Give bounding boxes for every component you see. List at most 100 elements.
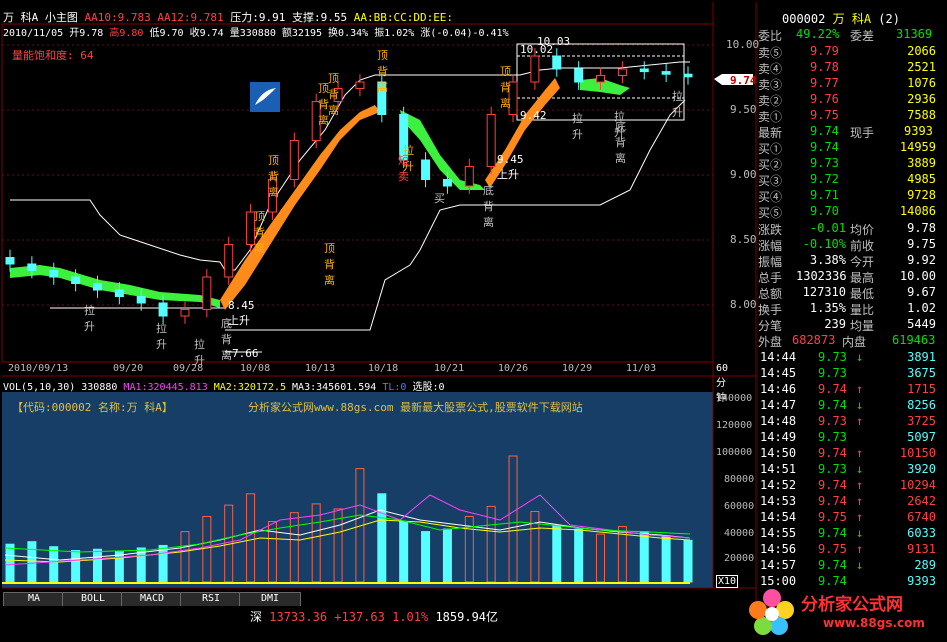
date-tick: 10/18 xyxy=(368,363,399,374)
date-tick: 10/26 xyxy=(498,363,529,374)
tick-row: 14:50 9.74 ↑ 10150 xyxy=(760,446,936,460)
vol-tick: 140000 xyxy=(716,393,753,404)
bid-row[interactable]: 买④ 9.71 9728 xyxy=(758,188,936,204)
stat-row: 换手 1.35% 量比 1.02 xyxy=(758,301,936,317)
ask-row[interactable]: 卖④ 9.78 2521 xyxy=(758,60,936,76)
candle xyxy=(596,75,606,83)
tab-ma[interactable]: MA xyxy=(3,592,65,607)
volume-bar xyxy=(399,521,409,583)
annot-buy: 买 xyxy=(434,192,445,205)
stat-row: 分笔 239 均量 5449 xyxy=(758,317,936,333)
stat-row: 涨跌 -0.01 均价 9.78 xyxy=(758,221,936,237)
candle xyxy=(464,166,474,187)
candle xyxy=(49,270,59,278)
tab-boll[interactable]: BOLL xyxy=(62,592,124,607)
price-tick: 9.00 xyxy=(730,168,757,181)
date-tick: 09/20 xyxy=(113,363,144,374)
outer-inner-row: 外盘 682873 内盘 619463 xyxy=(758,333,936,349)
annot-rise-945: 9.45上升 xyxy=(497,153,524,181)
bid-row[interactable]: 买⑤ 9.70 14086 xyxy=(758,204,936,220)
aa12-value: AA12:9.781 xyxy=(157,11,224,24)
volume-bar xyxy=(442,528,452,583)
bar-amplitude: 振1.02% xyxy=(374,28,415,39)
flags-value: AA:BB:CC:DD:EE: xyxy=(353,11,454,24)
candle xyxy=(617,68,627,76)
annot-942: 9.42 xyxy=(520,109,547,122)
candle xyxy=(639,68,649,73)
annot-pull-up-3: 拉升 xyxy=(156,322,167,351)
annot-short-sell: 短卖 xyxy=(398,154,409,183)
volume-bar xyxy=(421,531,431,583)
energy-label: 量能饱和度: 64 xyxy=(12,49,94,62)
tab-rsi[interactable]: RSI xyxy=(180,592,242,607)
candle xyxy=(92,283,102,291)
annot-rise-845: 8.45上升 xyxy=(228,299,255,327)
vol-tick: 80000 xyxy=(724,474,755,485)
vol-tick: 20000 xyxy=(724,553,755,564)
quote-code: 000002 xyxy=(782,12,826,26)
ask-row[interactable]: 卖③ 9.77 1076 xyxy=(758,76,936,92)
candle xyxy=(530,55,540,83)
vol-tick: 60000 xyxy=(724,501,755,512)
ask-row[interactable]: 卖① 9.75 7588 xyxy=(758,108,936,124)
annot-bottom-div-2: 底背离 xyxy=(483,184,494,229)
vol-value: VOL(5,10,30) 330880 xyxy=(3,382,118,393)
bar-turnover: 换0.34% xyxy=(328,28,369,39)
bid-row[interactable]: 买③ 9.72 4985 xyxy=(758,172,936,188)
candle xyxy=(114,289,124,297)
annot-top-div-3: 顶背离 xyxy=(318,82,329,127)
index-value: 13733.36 xyxy=(269,610,328,624)
candle xyxy=(552,55,562,70)
bid-row[interactable]: 买① 9.74 14959 xyxy=(758,140,936,156)
annot-pull-up-2: 拉升 xyxy=(84,304,95,333)
support-value: 支撑:9.55 xyxy=(291,11,348,24)
tick-row: 14:55 9.74 ↓ 6033 xyxy=(760,526,936,540)
ratio-row: 委比 49.22% 委差 31369 xyxy=(758,27,933,43)
volume-bar xyxy=(158,544,168,583)
bar-open: 开9.78 xyxy=(69,28,104,39)
candle xyxy=(224,244,234,278)
volume-bar xyxy=(574,528,584,583)
annot-1002: 10.02 xyxy=(520,43,554,56)
vol-ma3: MA3:345601.594 xyxy=(292,382,377,393)
price-tick: 8.50 xyxy=(730,233,757,246)
site-banner: 分析家公式网www.88gs.com 最新最大股票公式,股票软件下载网站 xyxy=(248,401,583,414)
ask-row[interactable]: 卖⑤ 9.79 2066 xyxy=(758,44,936,60)
bar-volume: 量330880 xyxy=(229,28,276,39)
candle xyxy=(289,140,299,180)
tick-row: 14:53 9.74 ↑ 2642 xyxy=(760,494,936,508)
vol-tl: TL:0 xyxy=(382,382,407,393)
vol-header: VOL(5,10,30) 330880 MA1:320445.813 MA2:3… xyxy=(3,378,445,393)
annot-top-div-7: 顶背离 xyxy=(500,65,511,110)
index-pct: 1.01% xyxy=(392,610,429,624)
tab-label[interactable]: 小主图 xyxy=(45,11,78,24)
bar-amount: 额32195 xyxy=(281,28,323,39)
vol-tick: 40000 xyxy=(724,528,755,539)
quote-title[interactable]: 000002 万 科A (2) xyxy=(782,10,900,27)
stock-name[interactable]: 万 科A xyxy=(3,11,38,24)
date-tick: 10/08 xyxy=(240,363,271,374)
ask-row[interactable]: 卖② 9.76 2936 xyxy=(758,92,936,108)
date-tick: 10/21 xyxy=(434,363,465,374)
tab-dmi[interactable]: DMI xyxy=(239,592,301,607)
candle xyxy=(71,276,81,284)
price-tick: 9.50 xyxy=(730,103,757,116)
index-ticker[interactable]: 深 13733.36 +137.63 1.01% 1859.94亿 xyxy=(250,608,498,625)
volume-bar xyxy=(114,551,124,583)
candle xyxy=(683,73,693,78)
tab-macd[interactable]: MACD xyxy=(121,592,183,607)
bid-row[interactable]: 买② 9.73 3889 xyxy=(758,156,936,172)
volume-bar xyxy=(92,548,102,583)
vol-select: 选股:0 xyxy=(412,382,445,393)
volume-bar xyxy=(661,536,671,583)
stat-row: 总额 127310 最低 9.67 xyxy=(758,285,936,301)
current-price-tag: 9.74 xyxy=(730,74,757,87)
candle xyxy=(355,81,365,89)
date-tick: 2010/09/13 xyxy=(8,363,69,374)
volume-bar xyxy=(27,541,37,583)
candle xyxy=(421,159,431,180)
candle xyxy=(661,71,671,75)
volume-bar xyxy=(639,531,649,583)
annot-top-div-6: 顶背离 xyxy=(324,242,335,287)
date-tick: 10/29 xyxy=(562,363,593,374)
